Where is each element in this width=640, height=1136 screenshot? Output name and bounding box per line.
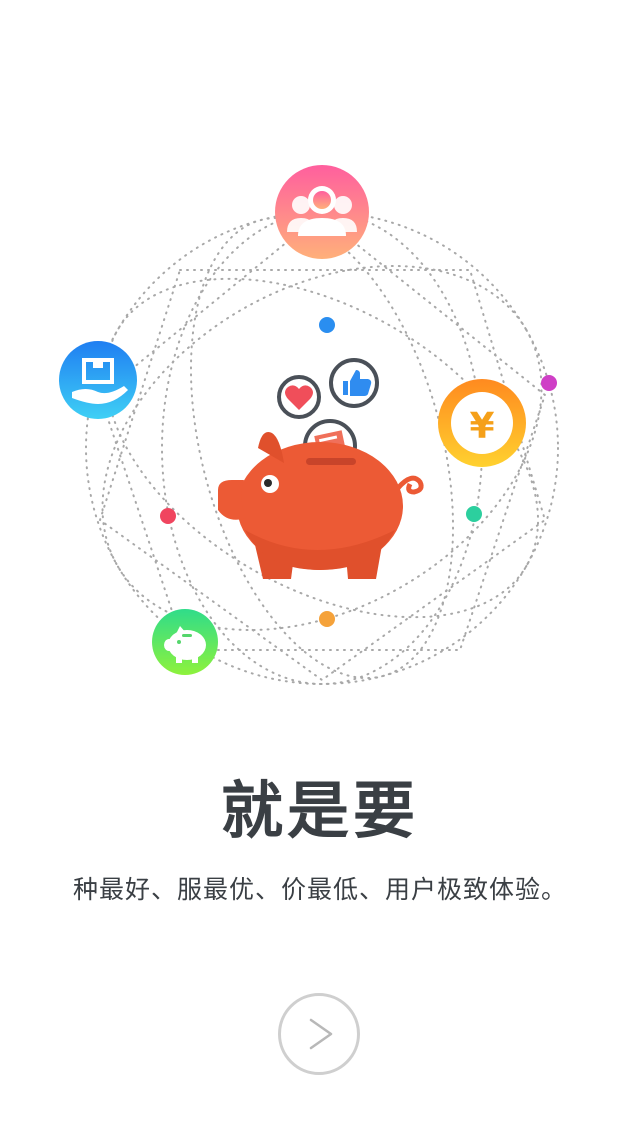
heart-icon <box>277 375 321 419</box>
next-button[interactable] <box>278 993 360 1075</box>
chevron-right-icon <box>309 1018 333 1050</box>
svg-text:¥: ¥ <box>469 406 494 447</box>
page-title: 就是要 <box>220 774 419 847</box>
yen-coin-icon: ¥ <box>438 379 526 467</box>
hand-box-icon <box>59 341 137 419</box>
thumbs-up-icon <box>329 358 379 408</box>
piggy-icon <box>152 609 218 675</box>
page-subtitle: 种最好、服最优、价最低、用户极致体验。 <box>72 875 567 904</box>
illustration: ¥ <box>0 0 640 720</box>
users-icon <box>275 165 369 259</box>
piggy-bank-icon <box>218 419 424 579</box>
